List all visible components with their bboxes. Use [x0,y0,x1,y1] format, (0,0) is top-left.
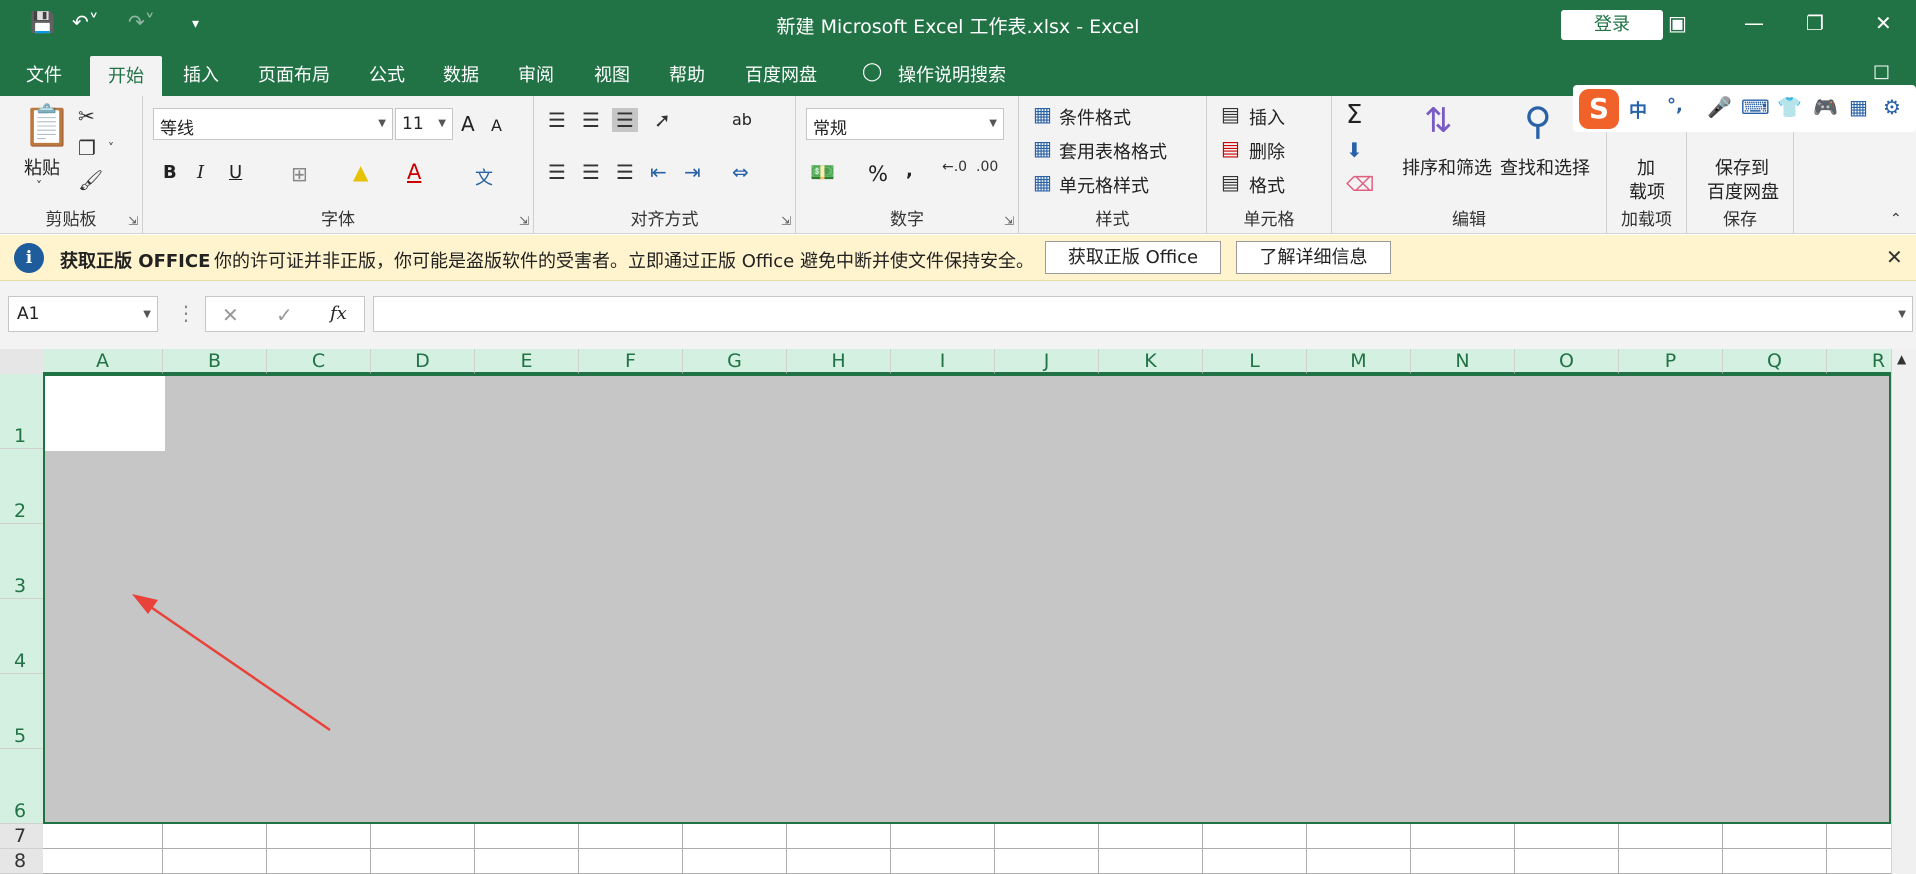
annotation-arrow [132,594,331,732]
arrow-head [132,594,158,614]
arrow-shaft [141,599,331,732]
